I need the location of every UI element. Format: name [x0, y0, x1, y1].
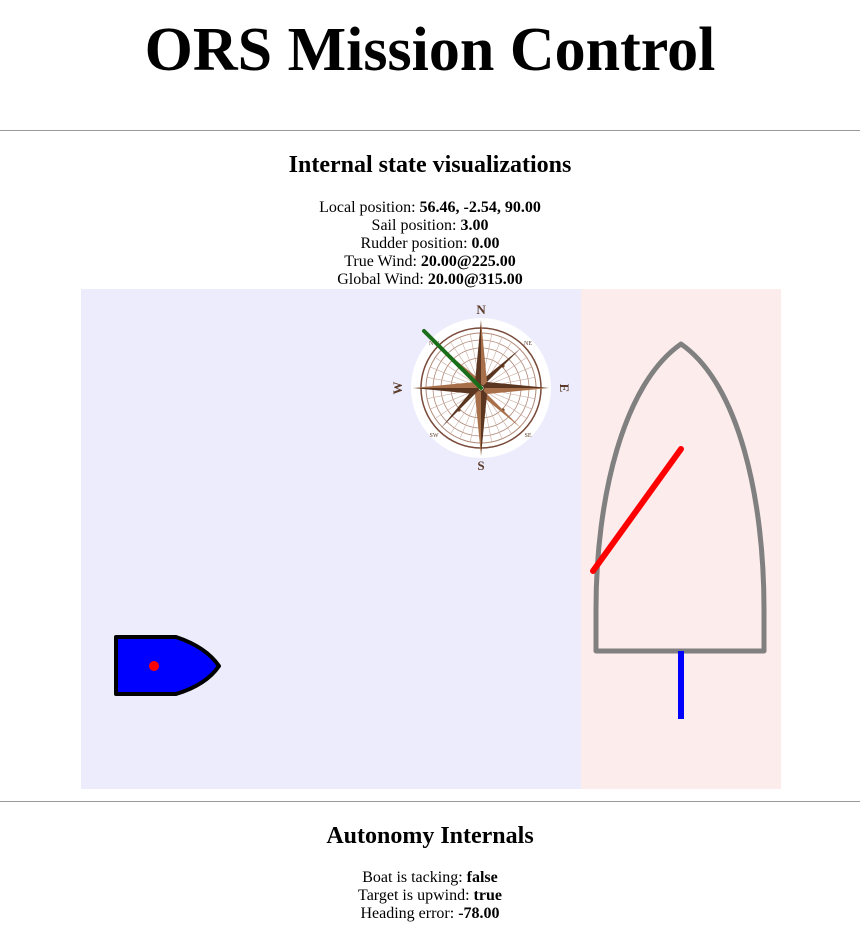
local-position-value: 56.46, -2.54, 90.00	[419, 199, 541, 216]
true-wind-value: 20.00@225.00	[420, 253, 516, 270]
local-position-label: Local position:	[319, 199, 416, 216]
tacking-value: false	[466, 869, 498, 886]
true-wind-row: True Wind: 20.00@225.00	[0, 253, 860, 271]
heading-error-row: Heading error: -78.00	[0, 905, 860, 923]
map-svg: N S E W NE SE SW NW	[114, 302, 572, 696]
global-wind-row: Global Wind: 20.00@315.00	[0, 271, 860, 289]
true-wind-label: True Wind:	[344, 253, 417, 270]
compass-east-label: E	[557, 384, 572, 393]
upwind-label: Target is upwind:	[358, 887, 470, 904]
top-divider	[0, 130, 860, 131]
rudder-position-label: Rudder position:	[360, 235, 468, 252]
page-title: ORS Mission Control	[144, 16, 716, 84]
state-heading: Internal state visualizations	[288, 152, 572, 178]
autonomy-heading: Autonomy Internals	[326, 823, 534, 849]
state-info: Local position: 56.46, -2.54, 90.00 Sail…	[0, 199, 860, 289]
heading-error-value: -78.00	[458, 905, 500, 922]
compass-sw-label: SW	[430, 433, 439, 439]
autonomy-info: Boat is tacking: false Target is upwind:…	[0, 869, 860, 923]
global-wind-label: Global Wind:	[337, 271, 424, 288]
heading-error-label: Heading error:	[360, 905, 455, 922]
sail-position-label: Sail position:	[371, 217, 457, 234]
sail-position-value: 3.00	[460, 217, 489, 234]
rudder-position-value: 0.00	[471, 235, 500, 252]
tacking-row: Boat is tacking: false	[0, 869, 860, 887]
bottom-divider	[0, 801, 860, 802]
upwind-value: true	[473, 887, 502, 904]
sail-line	[590, 446, 684, 574]
compass-north-label: N	[476, 302, 486, 317]
global-wind-value: 20.00@315.00	[427, 271, 523, 288]
boat-state-canvas	[581, 289, 781, 789]
sail-position-row: Sail position: 3.00	[0, 217, 860, 235]
compass-se-label: SE	[524, 433, 531, 439]
upwind-row: Target is upwind: true	[0, 887, 860, 905]
boat-position-dot	[149, 661, 159, 671]
tacking-label: Boat is tacking:	[362, 869, 463, 886]
compass-ne-label: NE	[524, 341, 532, 347]
rudder-position-row: Rudder position: 0.00	[0, 235, 860, 253]
compass-south-label: S	[477, 458, 484, 473]
boat-marker-icon	[114, 635, 221, 696]
boat-svg	[590, 341, 767, 719]
compass-west-label: W	[390, 382, 405, 395]
map-canvas: N S E W NE SE SW NW	[81, 289, 581, 789]
hull-outline	[593, 341, 767, 654]
local-position-row: Local position: 56.46, -2.54, 90.00	[0, 199, 860, 217]
